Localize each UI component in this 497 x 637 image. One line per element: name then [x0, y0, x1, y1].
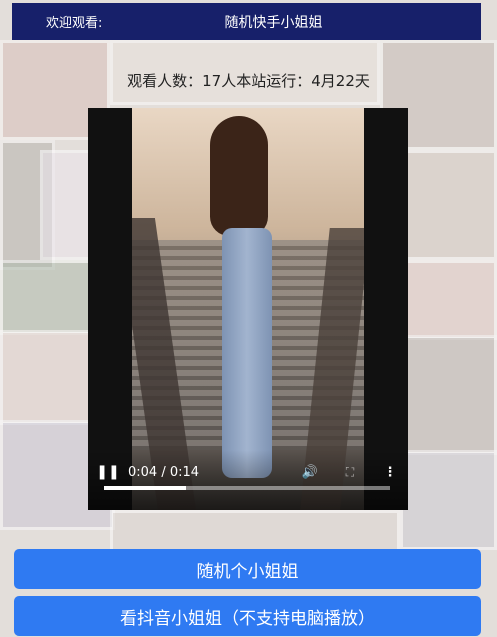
time-display: 0:04 / 0:14 — [128, 464, 200, 480]
progress-fill — [104, 486, 186, 490]
pause-icon[interactable]: ❚❚ — [88, 464, 128, 480]
fullscreen-icon[interactable]: ⛶ — [328, 465, 372, 480]
random-girl-button[interactable]: 随机个小姐姐 — [14, 549, 481, 589]
site-stats: 观看人数：17人本站运行：4月22天 — [127, 72, 370, 90]
header-bar: 欢迎观看: 随机快手小姐姐 — [12, 3, 481, 40]
progress-bar[interactable] — [104, 486, 390, 490]
more-vertical-icon[interactable]: ⋮ — [372, 465, 408, 480]
douyin-girl-button[interactable]: 看抖音小姐姐（不支持电脑播放） — [14, 596, 481, 636]
video-player[interactable]: ❚❚ 0:04 / 0:14 🔊 ⛶ ⋮ — [88, 108, 408, 510]
welcome-label: 欢迎观看: — [46, 16, 103, 31]
video-controls: ❚❚ 0:04 / 0:14 🔊 ⛶ ⋮ — [88, 450, 408, 510]
page-title: 随机快手小姐姐 — [224, 14, 323, 31]
volume-icon[interactable]: 🔊 — [292, 465, 328, 480]
